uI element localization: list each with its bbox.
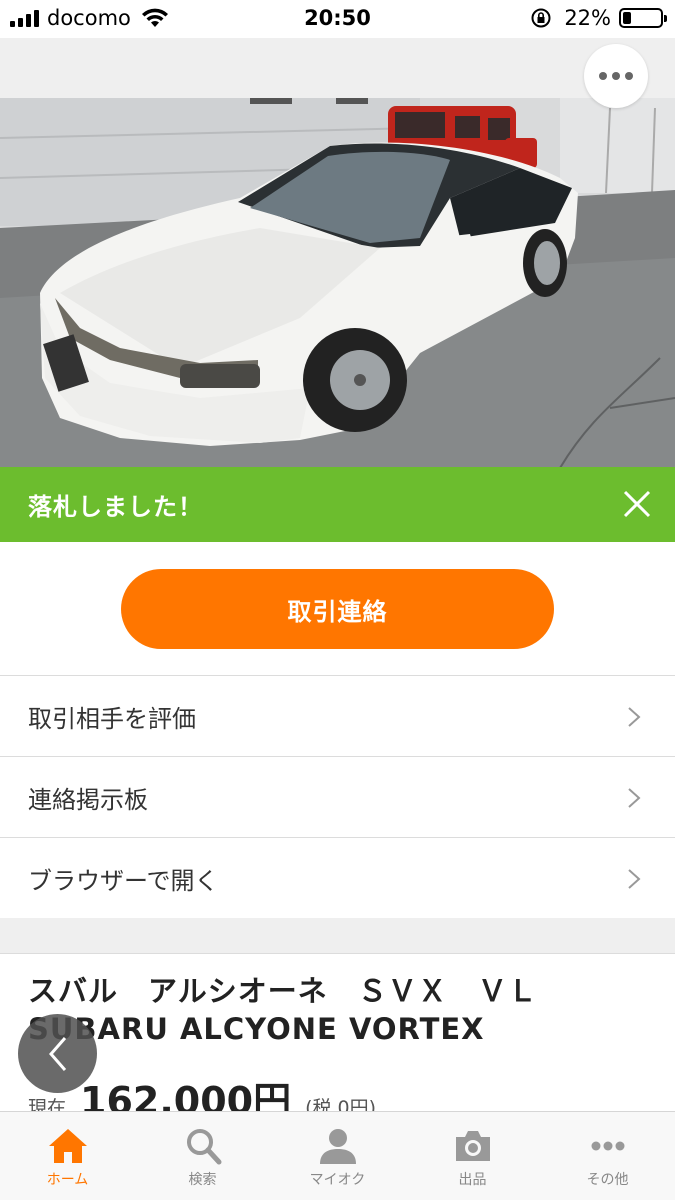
tab-label: 検索 [188,1172,217,1188]
battery-percent: 22% [564,6,611,30]
tab-sell[interactable]: 出品 [405,1112,540,1200]
auction-won-banner: 落札しました！ [0,467,675,542]
section-divider [0,918,675,954]
car-photo-image [0,98,675,468]
tab-label: マイオク [309,1172,366,1188]
camera-icon [455,1131,490,1161]
contact-section: 取引連絡 [0,542,675,675]
search-icon [186,1129,221,1165]
list-item-open-browser[interactable]: ブラウザーで開く [0,838,675,919]
more-dots-icon [599,72,607,80]
tab-label: その他 [586,1172,629,1188]
back-button[interactable] [18,1014,97,1093]
chevron-right-icon [628,869,641,889]
battery-icon [619,8,667,28]
chevron-left-icon [48,1036,66,1071]
list-item-label: 取引相手を評価 [28,704,196,733]
contact-seller-button[interactable]: 取引連絡 [121,569,554,649]
status-bar: docomo 20:50 22% [0,0,675,38]
list-item-rate-partner[interactable]: 取引相手を評価 [0,676,675,757]
tab-label: ホーム [46,1172,89,1188]
chevron-right-icon [628,788,641,808]
home-icon [48,1129,87,1163]
bottom-tab-bar: ホーム 検索 マイオク 出品 その他 [0,1111,675,1200]
auction-won-text: 落札しました！ [28,493,203,521]
person-icon [319,1129,356,1164]
list-item-message-board[interactable]: 連絡掲示板 [0,757,675,838]
action-list: 取引相手を評価 連絡掲示板 ブラウザーで開く [0,675,675,919]
rotation-lock-icon [531,8,551,28]
item-title: スバル アルシオーネ ＳＶＸ ＶＬ SUBARU ALCYONE VORTEX [28,974,568,1046]
list-item-label: ブラウザーで開く [28,866,219,895]
tab-home[interactable]: ホーム [0,1112,135,1200]
tab-search[interactable]: 検索 [135,1112,270,1200]
chevron-right-icon [628,707,641,727]
more-dots-icon [591,1141,624,1151]
listing-photo[interactable] [0,98,675,468]
header-bar [0,38,675,98]
tab-other[interactable]: その他 [540,1112,675,1200]
tab-label: 出品 [458,1172,487,1188]
more-options-button[interactable] [584,44,648,108]
close-icon[interactable] [623,490,651,518]
list-item-label: 連絡掲示板 [28,785,148,814]
tab-my-auction[interactable]: マイオク [270,1112,405,1200]
